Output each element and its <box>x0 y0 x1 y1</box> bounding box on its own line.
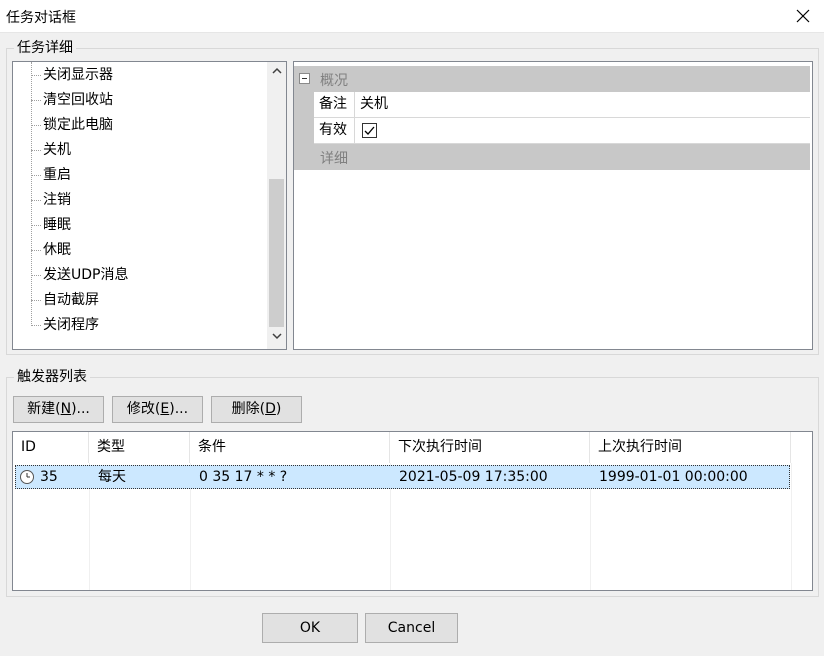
delete-button-accelerator: D <box>265 401 276 417</box>
enabled-label: 有效 <box>314 118 355 143</box>
tree-item[interactable]: 自动截屏 <box>31 289 99 311</box>
new-button-suffix: )... <box>71 401 90 417</box>
tree-item[interactable]: 发送UDP消息 <box>30 264 128 286</box>
delete-button-label: 删除( <box>231 401 266 417</box>
new-button-accelerator: N <box>60 401 72 417</box>
clock-icon <box>20 470 34 484</box>
category-overview[interactable]: 概况 <box>294 66 810 92</box>
list-header: ID 类型 条件 下次执行时间 上次执行时间 <box>13 432 812 463</box>
new-button-label: 新建( <box>27 401 61 417</box>
note-label: 备注 <box>314 92 355 117</box>
ok-button[interactable]: OK <box>262 613 358 643</box>
row-next-run: 2021-05-09 17:35:00 <box>399 469 548 485</box>
tree-item[interactable]: 锁定此电脑 <box>31 114 113 136</box>
category-detail[interactable]: 详细 <box>294 144 810 170</box>
table-row[interactable]: 35 每天 0 35 17 * * ? 2021-05-09 17:35:00 … <box>15 465 790 489</box>
tree-item[interactable]: 休眠 <box>31 239 71 261</box>
edit-button-accelerator: E <box>160 401 170 417</box>
delete-button-suffix: ) <box>275 401 282 417</box>
column-header-last-run[interactable]: 上次执行时间 <box>590 432 791 463</box>
row-type: 每天 <box>98 469 126 485</box>
row-last-run: 1999-01-01 00:00:00 <box>599 469 748 485</box>
tree-item[interactable]: 关闭程序 <box>31 314 99 336</box>
column-separator <box>791 463 792 590</box>
task-type-tree[interactable]: 关闭显示器 清空回收站 锁定此电脑 关机 重启 注销 睡眠 休眠 发送UDP消息… <box>12 61 287 350</box>
tree-item[interactable]: 注销 <box>31 189 71 211</box>
column-header-id[interactable]: ID <box>13 432 89 463</box>
edit-button-label: 修改( <box>126 401 161 417</box>
column-header-type[interactable]: 类型 <box>89 432 190 463</box>
enabled-checkbox[interactable] <box>362 123 377 138</box>
close-icon[interactable] <box>792 5 814 27</box>
tree-item[interactable]: 关闭显示器 <box>31 64 113 86</box>
category-overview-label: 概况 <box>320 73 348 89</box>
column-header-condition[interactable]: 条件 <box>190 432 390 463</box>
property-row-note[interactable]: 备注 关机 <box>314 92 810 118</box>
title-bar: 任务对话框 <box>0 0 824 33</box>
tree-scrollbar[interactable] <box>267 62 286 349</box>
edit-trigger-button[interactable]: 修改(E)... <box>112 396 203 423</box>
property-indent-strip <box>294 92 314 144</box>
trigger-list-group-label: 触发器列表 <box>14 369 90 385</box>
scroll-down-icon[interactable] <box>267 329 286 347</box>
tree-connector-line <box>31 62 32 324</box>
scroll-thumb[interactable] <box>269 179 284 327</box>
property-row-enabled[interactable]: 有效 <box>314 118 810 144</box>
tree-item[interactable]: 清空回收站 <box>31 89 113 111</box>
tree-item[interactable]: 睡眠 <box>31 214 71 236</box>
scroll-up-icon[interactable] <box>267 64 286 82</box>
row-condition: 0 35 17 * * ? <box>199 469 288 485</box>
category-detail-label: 详细 <box>320 151 348 167</box>
trigger-list[interactable]: ID 类型 条件 下次执行时间 上次执行时间 35 每天 0 35 17 * *… <box>12 431 813 591</box>
note-value[interactable]: 关机 <box>360 92 388 117</box>
edit-button-suffix: )... <box>169 401 189 417</box>
task-detail-group-label: 任务详细 <box>14 40 76 56</box>
tree-item[interactable]: 重启 <box>31 164 71 186</box>
check-icon <box>364 126 375 135</box>
window-title: 任务对话框 <box>6 10 76 26</box>
row-id: 35 <box>40 469 58 485</box>
new-trigger-button[interactable]: 新建(N)... <box>13 396 104 423</box>
delete-trigger-button[interactable]: 删除(D) <box>211 396 302 423</box>
cancel-button[interactable]: Cancel <box>365 613 458 643</box>
collapse-icon[interactable] <box>299 73 310 84</box>
property-grid[interactable]: 概况 备注 关机 有效 详细 <box>293 61 813 350</box>
column-header-next-run[interactable]: 下次执行时间 <box>390 432 590 463</box>
tree-item-selected[interactable]: 关机 <box>31 139 71 161</box>
